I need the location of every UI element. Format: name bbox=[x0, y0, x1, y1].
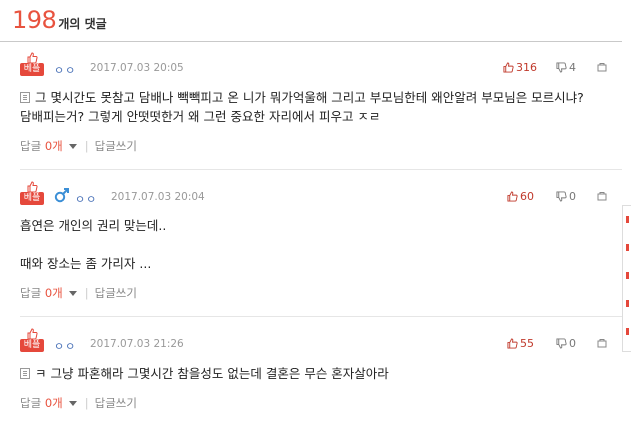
best-label: 베플 bbox=[20, 192, 44, 205]
like-button[interactable]: 55 bbox=[507, 337, 534, 350]
side-tab-marker bbox=[626, 328, 629, 335]
reply-label: 답글 bbox=[20, 286, 42, 300]
thumbs-up-icon bbox=[507, 191, 518, 202]
report-icon[interactable] bbox=[597, 191, 607, 201]
comment-divider bbox=[20, 316, 622, 317]
comment-meta: 베플 ㅇㅇ 2017.07.03 21:26 55 0 bbox=[20, 328, 610, 356]
comment-count-suffix: 개의 댓글 bbox=[58, 17, 107, 31]
best-label: 베플 bbox=[20, 63, 44, 76]
footer-separator: | bbox=[84, 396, 89, 410]
dislike-count: 0 bbox=[569, 337, 576, 350]
comment-footer: 답글 0개 | 답글쓰기 bbox=[20, 138, 137, 154]
comment-meta: 베플 ㅇㅇ 2017.07.03 20:04 60 0 bbox=[20, 181, 610, 209]
comment-text-line: 그 몇시간도 못참고 담배나 빽빽피고 온 니가 뭐가억울해 그리고 부모님한테… bbox=[35, 90, 584, 105]
comment-body: 흡연은 개인의 권리 맞는데.. 때와 장소는 좀 가리자 ... bbox=[20, 216, 620, 273]
author-nickname[interactable]: ㅇㅇ bbox=[54, 338, 76, 354]
comment-count: 198 bbox=[12, 6, 57, 34]
reply-count: 0개 bbox=[44, 139, 63, 153]
header-divider bbox=[0, 41, 622, 42]
thumbs-down-icon bbox=[556, 338, 567, 349]
like-count: 316 bbox=[516, 61, 537, 74]
author-nickname[interactable]: ㅇㅇ bbox=[54, 62, 76, 78]
dislike-button[interactable]: 0 bbox=[556, 337, 576, 350]
comment-header: 198 개의 댓글 bbox=[12, 6, 107, 40]
report-icon[interactable] bbox=[597, 338, 607, 348]
comment-footer: 답글 0개 | 답글쓰기 bbox=[20, 285, 137, 301]
comment-body: ㅋ 그냥 파혼해라 그몇시간 참을성도 없는데 결혼은 무슨 혼자살아라 bbox=[20, 364, 620, 383]
comment-text-line bbox=[20, 235, 620, 254]
comment-text-line: 담배피는거? 그렇게 안떳떳한거 왜 그런 중요한 자리에서 피우고 ㅈㄹ bbox=[20, 109, 381, 124]
reply-toggle[interactable]: 답글 0개 bbox=[20, 139, 83, 153]
comment-text-line: 흡연은 개인의 권리 맞는데.. bbox=[20, 218, 167, 233]
report-icon[interactable] bbox=[597, 62, 607, 72]
side-tab-marker bbox=[626, 244, 629, 251]
thumbs-down-icon bbox=[556, 191, 567, 202]
reply-label: 답글 bbox=[20, 139, 42, 153]
comment-meta: 베플 ㅇㅇ 2017.07.03 20:05 316 4 bbox=[20, 52, 610, 80]
reply-toggle[interactable]: 답글 0개 bbox=[20, 396, 83, 410]
like-count: 55 bbox=[520, 337, 534, 350]
footer-separator: | bbox=[84, 286, 89, 300]
thumbs-down-icon bbox=[556, 62, 567, 73]
reply-count: 0개 bbox=[44, 396, 63, 410]
write-reply-link[interactable]: 답글쓰기 bbox=[95, 139, 137, 153]
comment-text-line: ㅋ 그냥 파혼해라 그몇시간 참을성도 없는데 결혼은 무슨 혼자살아라 bbox=[35, 366, 389, 381]
reply-label: 답글 bbox=[20, 396, 42, 410]
thumbs-up-icon bbox=[507, 338, 518, 349]
side-tab-marker bbox=[626, 216, 629, 223]
write-reply-link[interactable]: 답글쓰기 bbox=[95, 286, 137, 300]
comment-footer: 답글 0개 | 답글쓰기 bbox=[20, 395, 137, 411]
male-icon bbox=[54, 188, 69, 203]
like-button[interactable]: 316 bbox=[503, 61, 537, 74]
comment-text-line: 때와 장소는 좀 가리자 ... bbox=[20, 256, 152, 271]
side-floating-tab[interactable] bbox=[622, 205, 631, 352]
reply-toggle[interactable]: 답글 0개 bbox=[20, 286, 83, 300]
footer-separator: | bbox=[84, 139, 89, 153]
thumbs-up-icon bbox=[503, 62, 514, 73]
dislike-count: 0 bbox=[569, 190, 576, 203]
best-comment-badge: 베플 bbox=[20, 328, 44, 354]
side-tab-marker bbox=[626, 300, 629, 307]
author-nickname[interactable]: ㅇㅇ bbox=[75, 191, 97, 207]
comment-divider bbox=[20, 169, 622, 170]
like-button[interactable]: 60 bbox=[507, 190, 534, 203]
write-reply-link[interactable]: 답글쓰기 bbox=[95, 396, 137, 410]
best-comment-badge: 베플 bbox=[20, 52, 44, 78]
like-count: 60 bbox=[520, 190, 534, 203]
chevron-down-icon bbox=[68, 290, 77, 296]
document-icon bbox=[20, 92, 30, 103]
chevron-down-icon bbox=[68, 143, 77, 149]
side-tab-marker bbox=[626, 272, 629, 279]
comment-date: 2017.07.03 21:26 bbox=[90, 338, 184, 350]
document-icon bbox=[20, 368, 30, 379]
best-label: 베플 bbox=[20, 339, 44, 352]
comment-body: 그 몇시간도 못참고 담배나 빽빽피고 온 니가 뭐가억울해 그리고 부모님한테… bbox=[20, 88, 620, 126]
dislike-button[interactable]: 0 bbox=[556, 190, 576, 203]
chevron-down-icon bbox=[68, 400, 77, 406]
dislike-button[interactable]: 4 bbox=[556, 61, 576, 74]
dislike-count: 4 bbox=[569, 61, 576, 74]
comment-date: 2017.07.03 20:05 bbox=[90, 62, 184, 74]
best-comment-badge: 베플 bbox=[20, 181, 44, 207]
comment-date: 2017.07.03 20:04 bbox=[111, 191, 205, 203]
reply-count: 0개 bbox=[44, 286, 63, 300]
